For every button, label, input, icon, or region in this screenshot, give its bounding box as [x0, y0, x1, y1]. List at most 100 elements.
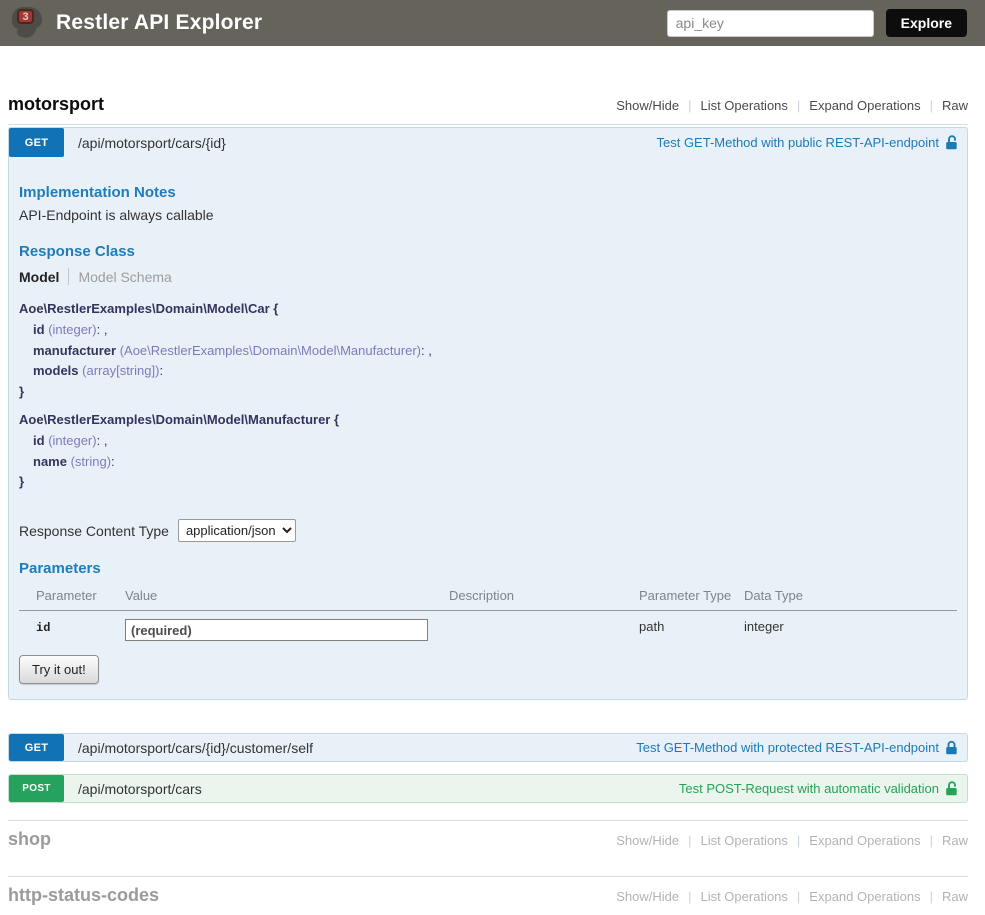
- property-suffix: : ,: [97, 322, 108, 337]
- implementation-notes-text: API-Endpoint is always callable: [19, 207, 957, 223]
- restler-logo-icon[interactable]: 3: [10, 4, 46, 42]
- link-separator: |: [688, 833, 691, 848]
- parameter-type-value: path: [639, 611, 744, 644]
- response-content-type-label: Response Content Type: [19, 523, 169, 539]
- property-type: (string): [71, 454, 111, 469]
- open-lock-icon: [945, 135, 958, 150]
- property-type: (array[string]): [82, 363, 159, 378]
- tab-separator: [68, 268, 69, 285]
- resource-section-http-status-codes: http-status-codes Show/Hide | List Operat…: [8, 876, 968, 915]
- property-name: manufacturer: [33, 343, 116, 358]
- operation-panel-get-car: GET /api/motorsport/cars/{id} Test GET-M…: [8, 127, 968, 700]
- link-expand-operations[interactable]: Expand Operations: [809, 889, 920, 904]
- logo-badge: 3: [17, 9, 34, 24]
- link-list-operations[interactable]: List Operations: [700, 98, 787, 113]
- operation-test-link-wrap: Test GET-Method with protected REST-API-…: [636, 740, 967, 755]
- try-it-out-button[interactable]: Try it out!: [19, 655, 99, 684]
- column-parameter: Parameter: [19, 584, 125, 611]
- model-property: models (array[string]):: [19, 361, 957, 382]
- model-property: id (integer): ,: [19, 431, 957, 452]
- model-tabs: Model Model Schema: [19, 268, 957, 285]
- link-show-hide[interactable]: Show/Hide: [616, 833, 679, 848]
- property-suffix: :: [159, 363, 163, 378]
- property-suffix: : ,: [97, 433, 108, 448]
- column-value: Value: [125, 584, 449, 611]
- operation-row-post-cars[interactable]: POST /api/motorsport/cars Test POST-Requ…: [8, 774, 968, 803]
- parameter-name: id: [36, 621, 50, 635]
- operation-test-link[interactable]: Test GET-Method with protected REST-API-…: [636, 740, 939, 755]
- model-signature-block-manufacturer: Aoe\RestlerExamples\Domain\Model\Manufac…: [19, 410, 957, 493]
- column-parameter-type: Parameter Type: [639, 584, 744, 611]
- resource-title-http-status-codes[interactable]: http-status-codes: [8, 885, 159, 906]
- tab-model[interactable]: Model: [19, 269, 59, 285]
- operation-row-get-customer-self[interactable]: GET /api/motorsport/cars/{id}/customer/s…: [8, 733, 968, 762]
- closed-lock-icon: [945, 740, 958, 755]
- operation-test-link[interactable]: Test POST-Request with automatic validat…: [679, 781, 939, 796]
- link-show-hide[interactable]: Show/Hide: [616, 889, 679, 904]
- response-class-heading: Response Class: [19, 243, 957, 260]
- model-property: name (string):: [19, 452, 957, 473]
- model-close-brace: }: [19, 382, 957, 403]
- app-title: Restler API Explorer: [56, 11, 262, 35]
- parameters-header-row: Parameter Value Description Parameter Ty…: [19, 584, 957, 611]
- link-list-operations[interactable]: List Operations: [700, 889, 787, 904]
- link-raw[interactable]: Raw: [942, 98, 968, 113]
- link-raw[interactable]: Raw: [942, 889, 968, 904]
- link-list-operations[interactable]: List Operations: [700, 833, 787, 848]
- link-show-hide[interactable]: Show/Hide: [616, 98, 679, 113]
- response-content-type-row: Response Content Type application/json: [19, 519, 957, 542]
- resource-title-motorsport[interactable]: motorsport: [8, 94, 104, 115]
- resource-links-shop: Show/Hide | List Operations | Expand Opera…: [616, 833, 968, 848]
- property-name: models: [33, 363, 79, 378]
- link-expand-operations[interactable]: Expand Operations: [809, 833, 920, 848]
- operation-path[interactable]: /api/motorsport/cars/{id}/customer/self: [78, 740, 313, 756]
- link-expand-operations[interactable]: Expand Operations: [809, 98, 920, 113]
- api-key-input[interactable]: [667, 10, 874, 37]
- property-type: (integer): [48, 322, 96, 337]
- link-separator: |: [797, 889, 800, 904]
- operation-detail: Implementation Notes API-Endpoint is alw…: [9, 157, 967, 699]
- response-content-type-select[interactable]: application/json: [178, 519, 296, 542]
- tab-model-schema[interactable]: Model Schema: [78, 269, 171, 285]
- link-separator: |: [688, 98, 691, 113]
- resource-links-motorsport: Show/Hide| List Operations| Expand Opera…: [616, 98, 968, 113]
- property-name: name: [33, 454, 67, 469]
- model-signature-block-car: Aoe\RestlerExamples\Domain\Model\Car { i…: [19, 299, 957, 403]
- property-suffix: : ,: [421, 343, 432, 358]
- column-data-type: Data Type: [744, 584, 957, 611]
- parameter-row-id: id path integer: [19, 611, 957, 644]
- operations-list: GET /api/motorsport/cars/{id} Test GET-M…: [8, 124, 968, 803]
- property-name: id: [33, 433, 45, 448]
- link-separator: |: [930, 889, 933, 904]
- resource-section-shop: shop Show/Hide | List Operations | Expand …: [8, 820, 968, 859]
- link-separator: |: [930, 833, 933, 848]
- open-lock-icon: [945, 781, 958, 796]
- parameter-data-type-value: integer: [744, 611, 957, 644]
- parameters-heading: Parameters: [19, 560, 957, 577]
- operation-test-link-wrap: Test GET-Method with public REST-API-end…: [656, 135, 967, 150]
- app-header: 3 Restler API Explorer Explore: [0, 0, 985, 46]
- resource-header-http-status-codes: http-status-codes Show/Hide | List Operat…: [8, 885, 968, 906]
- operation-row-get-car[interactable]: GET /api/motorsport/cars/{id} Test GET-M…: [9, 128, 967, 157]
- operation-path[interactable]: /api/motorsport/cars/{id}: [78, 135, 226, 151]
- operation-path[interactable]: /api/motorsport/cars: [78, 781, 202, 797]
- parameter-description: [449, 611, 639, 644]
- resource-header-shop: shop Show/Hide | List Operations | Expand …: [8, 829, 968, 850]
- explore-button[interactable]: Explore: [886, 9, 967, 37]
- resource-header-motorsport: motorsport Show/Hide| List Operations| E…: [8, 94, 968, 115]
- header-controls: Explore: [667, 9, 967, 37]
- method-badge-get[interactable]: GET: [9, 734, 64, 761]
- method-badge-get[interactable]: GET: [9, 128, 64, 157]
- method-badge-post[interactable]: POST: [9, 775, 64, 802]
- operation-test-link-wrap: Test POST-Request with automatic validat…: [679, 781, 967, 796]
- operation-test-link[interactable]: Test GET-Method with public REST-API-end…: [656, 135, 939, 150]
- property-name: id: [33, 322, 45, 337]
- model-signature: Aoe\RestlerExamples\Domain\Model\Manufac…: [19, 410, 957, 431]
- property-type: (integer): [48, 433, 96, 448]
- parameters-table: Parameter Value Description Parameter Ty…: [19, 584, 957, 643]
- property-type: (Aoe\RestlerExamples\Domain\Model\Manufa…: [120, 343, 421, 358]
- resource-links-http-status-codes: Show/Hide | List Operations | Expand Opera…: [616, 889, 968, 904]
- resource-title-shop[interactable]: shop: [8, 829, 51, 850]
- link-raw[interactable]: Raw: [942, 833, 968, 848]
- parameter-value-input[interactable]: [125, 619, 428, 641]
